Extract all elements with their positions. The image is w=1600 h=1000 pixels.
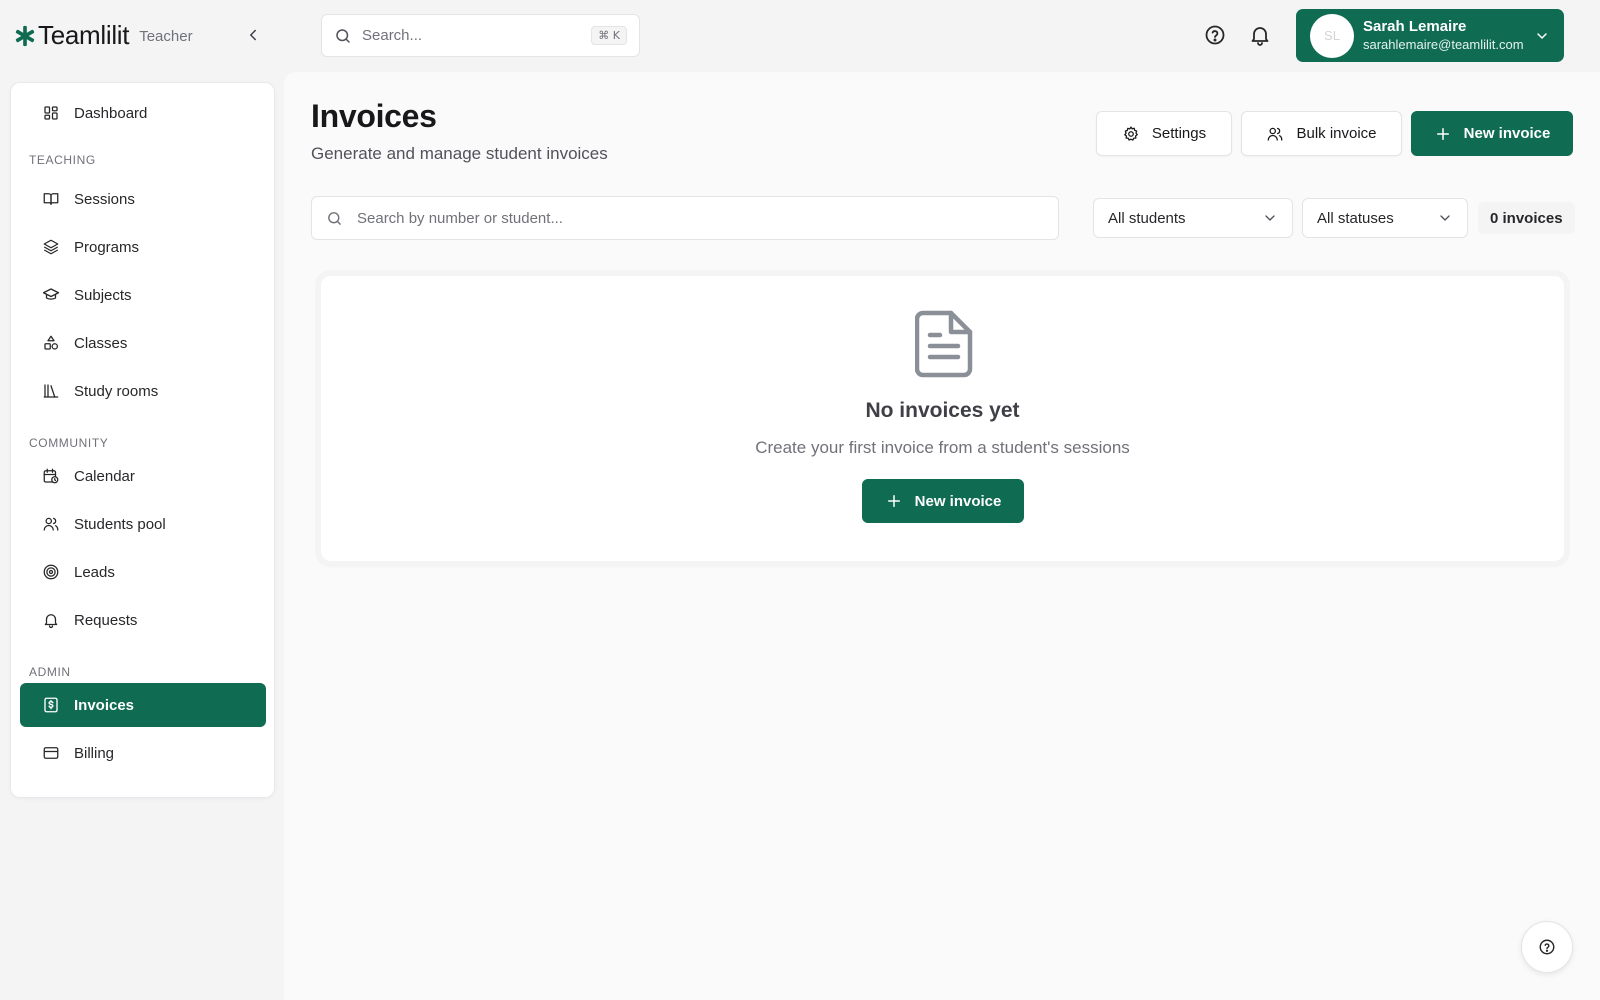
sidebar-item-dashboard[interactable]: Dashboard [20, 91, 266, 135]
invoice-count-badge: 0 invoices [1478, 202, 1575, 234]
section-label-admin: ADMIN [29, 665, 71, 679]
help-icon [1539, 939, 1555, 955]
sidebar: Dashboard TEACHING Sessions Programs Sub… [10, 82, 275, 798]
brand-name: Teamlilit [38, 20, 130, 50]
dashboard-icon [44, 106, 58, 120]
sidebar-item-classes[interactable]: Classes [20, 321, 266, 365]
graduation-cap-icon [42, 288, 60, 300]
global-search[interactable]: ⌘ K [321, 14, 640, 57]
plus-icon [1436, 127, 1449, 140]
calendar-clock-icon [43, 468, 59, 484]
settings-button[interactable]: Settings [1096, 111, 1232, 156]
shapes-icon [44, 335, 59, 350]
invoice-dollar-icon [44, 697, 58, 713]
bulk-invoice-button[interactable]: Bulk invoice [1241, 111, 1402, 156]
plus-icon [887, 495, 900, 507]
document-icon [915, 310, 973, 378]
chevron-down-icon [1537, 32, 1547, 39]
main-content: Invoices Generate and manage student inv… [284, 72, 1600, 1000]
section-label-community: COMMUNITY [29, 436, 109, 450]
empty-state-card: No invoices yet Create your first invoic… [321, 276, 1564, 561]
students-filter-select[interactable]: All students [1093, 198, 1293, 238]
sidebar-item-programs[interactable]: Programs [20, 225, 266, 269]
chevron-down-icon [1265, 215, 1275, 221]
invoice-search-input[interactable] [357, 209, 1044, 227]
library-icon [43, 384, 59, 398]
bell-icon [44, 614, 58, 629]
shortcut-hint: ⌘ K [591, 26, 627, 45]
floating-help-button[interactable] [1521, 921, 1573, 973]
page-subtitle: Generate and manage student invoices [311, 144, 608, 163]
sidebar-item-billing[interactable]: Billing [20, 731, 266, 775]
sidebar-item-sessions[interactable]: Sessions [20, 177, 266, 221]
sidebar-item-calendar[interactable]: Calendar [20, 454, 266, 498]
section-label-teaching: TEACHING [29, 153, 96, 167]
empty-state-text: Create your first invoice from a student… [755, 438, 1130, 457]
user-email: sarahlemaire@teamlilit.com [1363, 36, 1524, 52]
users-icon [43, 517, 59, 531]
chevron-left-icon[interactable] [244, 26, 262, 44]
user-menu[interactable]: SL Sarah Lemaire sarahlemaire@teamlilit.… [1296, 9, 1564, 62]
search-icon [328, 211, 341, 225]
sidebar-item-leads[interactable]: Leads [20, 550, 266, 594]
credit-card-icon [43, 747, 59, 759]
top-bar: Teamlilit Teacher ⌘ K SL Sarah Lemaire s… [0, 0, 1600, 70]
layers-icon [43, 239, 59, 255]
logo[interactable]: Teamlilit Teacher [14, 20, 193, 51]
empty-state-title: No invoices yet [865, 399, 1020, 422]
sidebar-item-students-pool[interactable]: Students pool [20, 502, 266, 546]
role-label: Teacher [139, 28, 193, 45]
sidebar-item-invoices[interactable]: Invoices [20, 683, 266, 727]
global-search-input[interactable] [362, 27, 592, 44]
target-icon [43, 564, 59, 580]
users-icon [1268, 127, 1283, 141]
avatar: SL [1310, 13, 1354, 58]
empty-new-invoice-button[interactable]: New invoice [862, 479, 1024, 523]
sidebar-item-study-rooms[interactable]: Study rooms [20, 369, 266, 413]
invoice-search[interactable] [311, 196, 1059, 240]
gear-icon [1124, 125, 1138, 141]
sidebar-item-requests[interactable]: Requests [20, 598, 266, 642]
page-title: Invoices [311, 98, 437, 134]
sidebar-item-subjects[interactable]: Subjects [20, 273, 266, 317]
new-invoice-button[interactable]: New invoice [1411, 111, 1573, 156]
bell-icon[interactable] [1248, 23, 1272, 47]
asterisk-logo-icon [15, 25, 35, 46]
book-open-icon [43, 193, 59, 205]
user-name: Sarah Lemaire [1363, 17, 1467, 35]
chevron-down-icon [1440, 215, 1450, 221]
help-icon[interactable] [1203, 23, 1227, 47]
search-icon [336, 28, 350, 43]
status-filter-select[interactable]: All statuses [1302, 198, 1468, 238]
